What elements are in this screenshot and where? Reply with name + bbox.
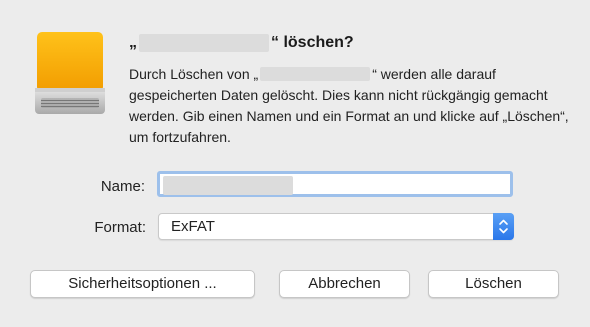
format-value: ExFAT [171, 218, 215, 235]
cancel-button[interactable]: Abbrechen [279, 270, 410, 298]
redacted-drive-name [139, 34, 269, 52]
title-open-quote: „ [129, 34, 137, 51]
redacted-name-value [163, 176, 293, 195]
up-down-chevron-icon [499, 219, 508, 234]
dialog-title: „ “ löschen? [129, 34, 354, 52]
name-label: Name: [100, 178, 145, 195]
external-drive-icon [35, 32, 105, 114]
erase-button[interactable]: Löschen [428, 270, 559, 298]
desc-prefix: Durch Löschen von „ [129, 66, 259, 82]
dialog-description: Durch Löschen von „ “ werden alle darauf … [129, 64, 569, 148]
title-suffix: “ löschen? [271, 34, 354, 51]
security-options-button[interactable]: Sicherheitsoptionen ... [30, 270, 255, 298]
redacted-drive-name [260, 67, 371, 81]
name-field[interactable] [157, 171, 513, 197]
format-label: Format: [94, 219, 146, 236]
format-stepper[interactable] [493, 213, 514, 240]
format-select[interactable]: ExFAT [158, 213, 514, 240]
